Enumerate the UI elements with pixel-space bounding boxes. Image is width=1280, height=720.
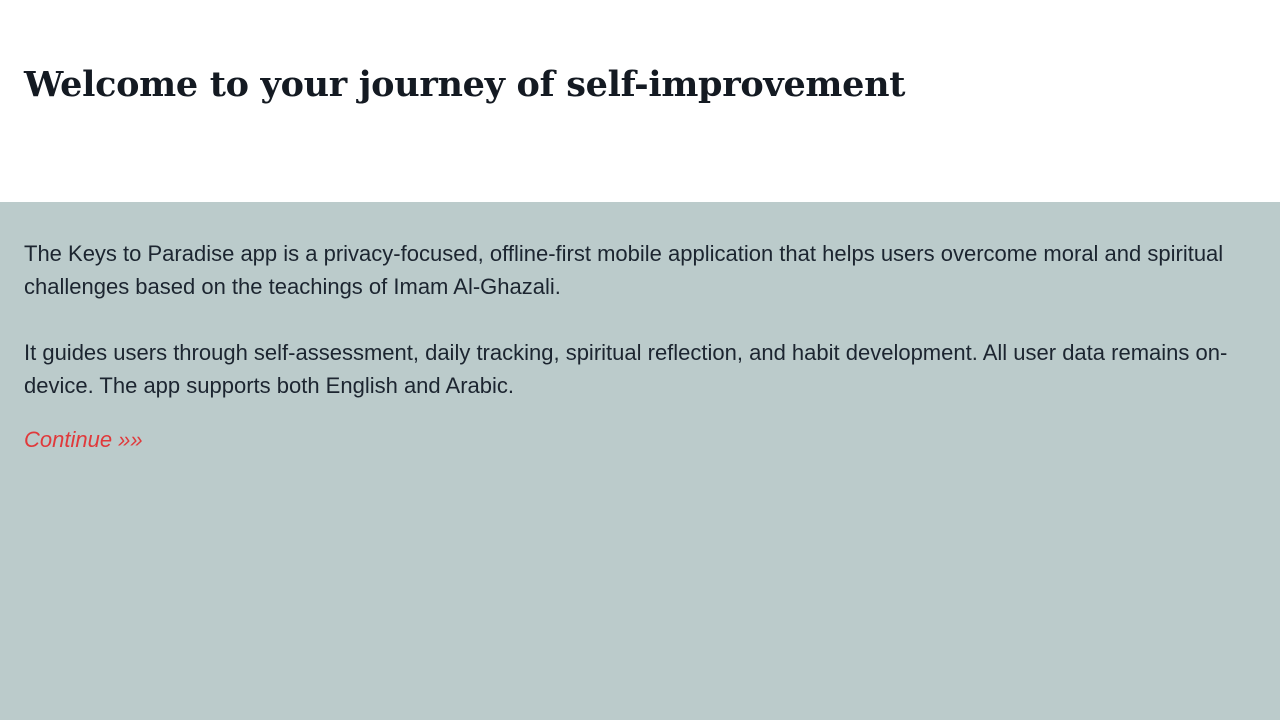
welcome-page: Welcome to your journey of self-improvem…: [0, 0, 1280, 720]
intro-paragraph: The Keys to Paradise app is a privacy-fo…: [24, 241, 1224, 299]
intro-section: The Keys to Paradise app is a privacy-fo…: [0, 202, 1280, 720]
intro-paragraph: It guides users through self-assessment,…: [24, 340, 1228, 398]
page-title: Welcome to your journey of self-improvem…: [24, 64, 906, 105]
continue-link[interactable]: Continue »»: [24, 425, 143, 455]
page-header: Welcome to your journey of self-improvem…: [0, 0, 1280, 202]
